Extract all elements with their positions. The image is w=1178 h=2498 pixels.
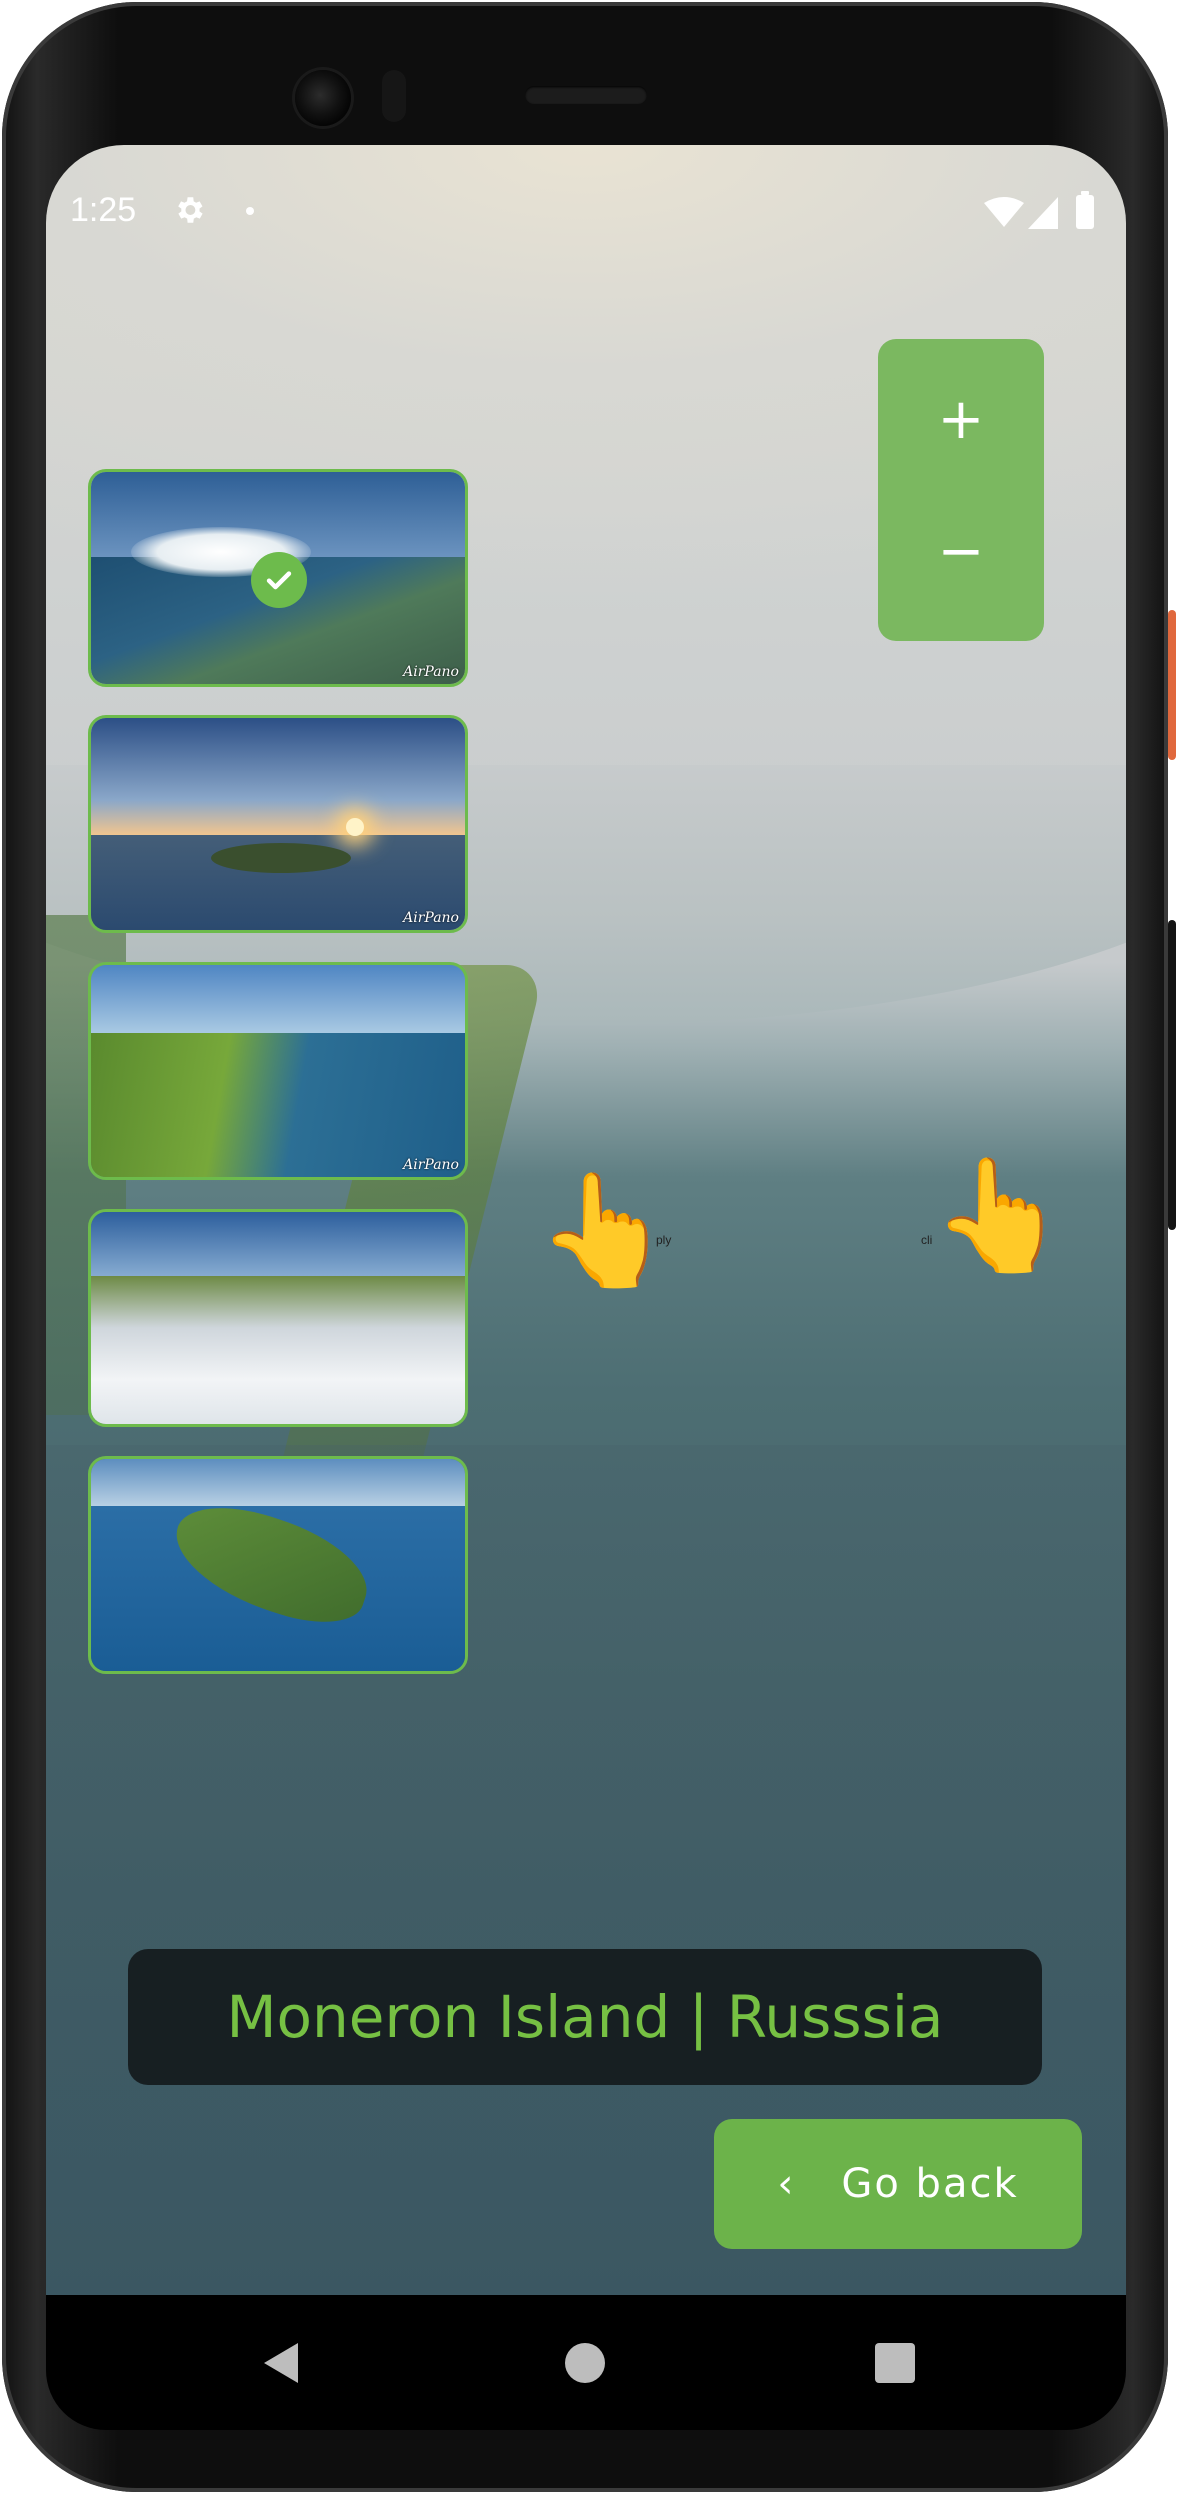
zoom-out-button[interactable]: − [878, 491, 1044, 611]
chevron-left-icon: ‹ [777, 2161, 794, 2207]
go-back-label: Go back [841, 2161, 1019, 2207]
pointing-hand-icon[interactable]: 👆 [931, 1160, 1068, 1270]
location-title: Moneron Island | Russsia [226, 1983, 944, 2051]
earpiece-speaker [525, 86, 647, 104]
check-icon [251, 552, 307, 608]
gear-icon [178, 197, 203, 223]
panorama-thumbnail-2[interactable]: AirPano [88, 715, 468, 933]
nav-home-icon[interactable] [565, 2343, 605, 2383]
thumbnail-credit: AirPano [403, 664, 459, 680]
signal-icon [1028, 197, 1058, 229]
panorama-thumbnail-3[interactable]: AirPano [88, 962, 468, 1180]
thumbnail-credit: AirPano [403, 910, 459, 926]
thumbnail-island [211, 843, 351, 873]
hotspot-hint-left: ply [656, 1233, 672, 1247]
nav-back-icon[interactable] [264, 2343, 298, 2383]
panorama-view[interactable]: 1:25 + − AirPano AirPano AirPano 👆 ply c… [46, 145, 1126, 2295]
front-camera-icon [295, 70, 351, 126]
location-title-banner: Moneron Island | Russsia [128, 1949, 1042, 2085]
wifi-icon [984, 197, 1024, 227]
zoom-in-button[interactable]: + [878, 359, 1044, 479]
thumbnail-sun [346, 818, 364, 836]
navigation-bar [46, 2295, 1126, 2430]
panorama-thumbnail-1[interactable]: AirPano [88, 469, 468, 687]
panorama-thumbnail-5[interactable] [88, 1456, 468, 1674]
thumbnail-sky [91, 718, 465, 835]
status-bar: 1:25 [46, 145, 1126, 235]
panorama-thumbnail-4[interactable] [88, 1209, 468, 1427]
thumbnail-sky [91, 1459, 465, 1506]
thumbnail-scene [91, 1032, 465, 1177]
thumbnail-credit: AirPano [403, 1157, 459, 1173]
thumbnail-scene [91, 1275, 465, 1424]
nav-recents-icon[interactable] [875, 2343, 915, 2383]
power-button [1168, 610, 1176, 760]
volume-button [1168, 920, 1176, 1230]
pointing-hand-icon[interactable]: 👆 [536, 1175, 673, 1285]
thumbnail-sky [91, 965, 465, 1033]
thumbnail-sky [91, 1212, 465, 1276]
notification-dot [246, 207, 254, 215]
zoom-control: + − [878, 339, 1044, 641]
go-back-button[interactable]: ‹ Go back [714, 2119, 1082, 2249]
battery-icon [1076, 191, 1094, 229]
status-time: 1:25 [70, 191, 137, 229]
proximity-sensor [382, 70, 406, 122]
